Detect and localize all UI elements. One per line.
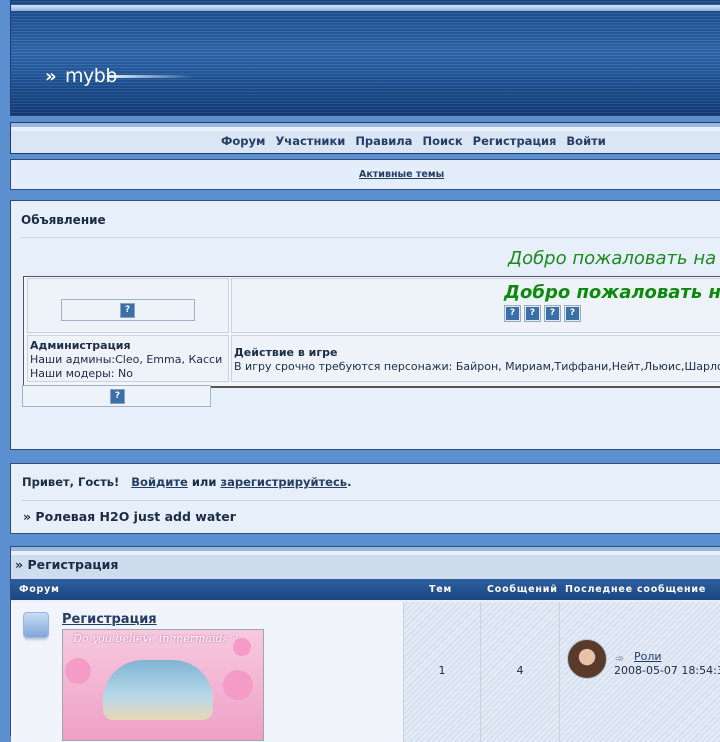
guest-greeting: Привет, Гость! Войдите или зарегистрируй… <box>22 475 351 489</box>
nav-register[interactable]: Регистрация <box>473 134 557 148</box>
missing-image-button-3[interactable]: ? <box>544 305 561 322</box>
game-action-cell: Действие в игре В игру срочно требуются … <box>231 335 720 382</box>
topics-count: 1 <box>438 664 446 677</box>
topics-cell: 1 <box>403 602 480 742</box>
posts-count: 4 <box>516 664 524 677</box>
category-arrow: » <box>15 557 24 572</box>
breadcrumb[interactable]: » Ролевая H2O just add water <box>23 509 236 524</box>
col-topics: Тем <box>429 584 453 595</box>
image-frame: ? <box>61 299 195 321</box>
administration-cell: Администрация Наши админы:Cleo, Emma, Ка… <box>27 335 229 382</box>
missing-image-button-1[interactable]: ? <box>504 305 521 322</box>
register-link[interactable]: зарегистрируйтесь <box>220 475 347 489</box>
posts-cell: 4 <box>480 602 559 742</box>
missing-image-icon: ? <box>506 307 519 320</box>
game-action-text: В игру срочно требуются персонажи: Байро… <box>234 360 720 373</box>
missing-image-button-4[interactable]: ? <box>564 305 581 322</box>
hello-text: Привет, Гость! <box>22 475 120 489</box>
login-link[interactable]: Войдите <box>131 475 188 489</box>
period-text: . <box>347 475 352 489</box>
forum-link[interactable]: Регистрация <box>62 612 157 627</box>
missing-image-icon: ? <box>546 307 559 320</box>
mybb-logo[interactable]: » mybb <box>33 63 193 89</box>
announcement-panel: Объявление Добро пожаловать на ? Добро п… <box>10 200 720 450</box>
flower-decoration <box>233 638 251 656</box>
greeting-panel: Привет, Гость! Войдите или зарегистрируй… <box>10 463 720 534</box>
logo-bar <box>109 75 193 78</box>
welcome-heading: Добро пожаловать на <box>504 282 720 303</box>
game-action-heading: Действие в игре <box>234 346 338 359</box>
banner-caption: Do you believe in mermaids ? <box>73 632 238 645</box>
col-forum: Форум <box>19 584 60 595</box>
flower-decoration <box>65 658 91 684</box>
forum-banner-image: Do you believe in mermaids ? <box>62 629 264 741</box>
nav-search[interactable]: Поиск <box>422 134 462 148</box>
col-last-post: Последнее сообщение <box>565 584 707 595</box>
logo-arrow: » <box>45 66 57 87</box>
divider <box>21 237 720 238</box>
announcement-image-cell: ? <box>27 278 229 333</box>
divider <box>21 500 720 501</box>
column-header: Форум Тем Сообщений Последнее сообщение <box>11 579 720 600</box>
active-topics-link[interactable]: Активные темы <box>359 169 444 180</box>
forum-status-icon <box>23 612 49 638</box>
banner-scene <box>103 660 213 720</box>
category-name: Регистрация <box>27 557 119 572</box>
last-post-date: 2008-05-07 18:54:33 <box>614 664 720 677</box>
missing-image-icon: ? <box>526 307 539 320</box>
missing-image-icon: ? <box>110 389 125 404</box>
site-header: » mybb <box>10 0 720 116</box>
nav-rules[interactable]: Правила <box>355 134 412 148</box>
missing-image-icon: ? <box>566 307 579 320</box>
administration-heading: Администрация <box>30 339 131 352</box>
nav-forum[interactable]: Форум <box>221 134 265 148</box>
last-post-user[interactable]: Роли <box>634 650 662 663</box>
avatar[interactable] <box>567 639 607 679</box>
moderators-line: Наши модеры: No <box>30 367 133 380</box>
missing-image-button-2[interactable]: ? <box>524 305 541 322</box>
admins-line: Наши админы:Cleo, Emma, Касси <box>30 353 223 366</box>
header-stripe <box>11 5 720 11</box>
welcome-marquee: Добро пожаловать на <box>508 248 717 269</box>
flower-decoration <box>223 670 253 700</box>
announcement-welcome-cell: Добро пожаловать на ? ? ? ? <box>231 278 720 333</box>
category-header: » Регистрация <box>11 547 720 579</box>
table-row: Регистрация Do you believe in mermaids ?… <box>11 602 720 742</box>
announcement-title: Объявление <box>21 213 106 227</box>
nav-members[interactable]: Участники <box>275 134 345 148</box>
announcement-table: ? Добро пожаловать на ? ? ? ? Администра… <box>23 276 720 388</box>
forum-category: » Регистрация Форум Тем Сообщений Послед… <box>10 546 720 742</box>
col-posts: Сообщений <box>487 584 558 595</box>
missing-image-icon: ? <box>120 303 135 318</box>
or-text: или <box>191 475 217 489</box>
nav-login[interactable]: Войти <box>566 134 605 148</box>
image-frame-bottom: ? <box>22 385 211 407</box>
category-title[interactable]: » Регистрация <box>15 557 118 572</box>
main-nav: Форум Участники Правила Поиск Регистраци… <box>10 122 720 154</box>
active-topics-bar: Активные темы <box>10 159 720 190</box>
